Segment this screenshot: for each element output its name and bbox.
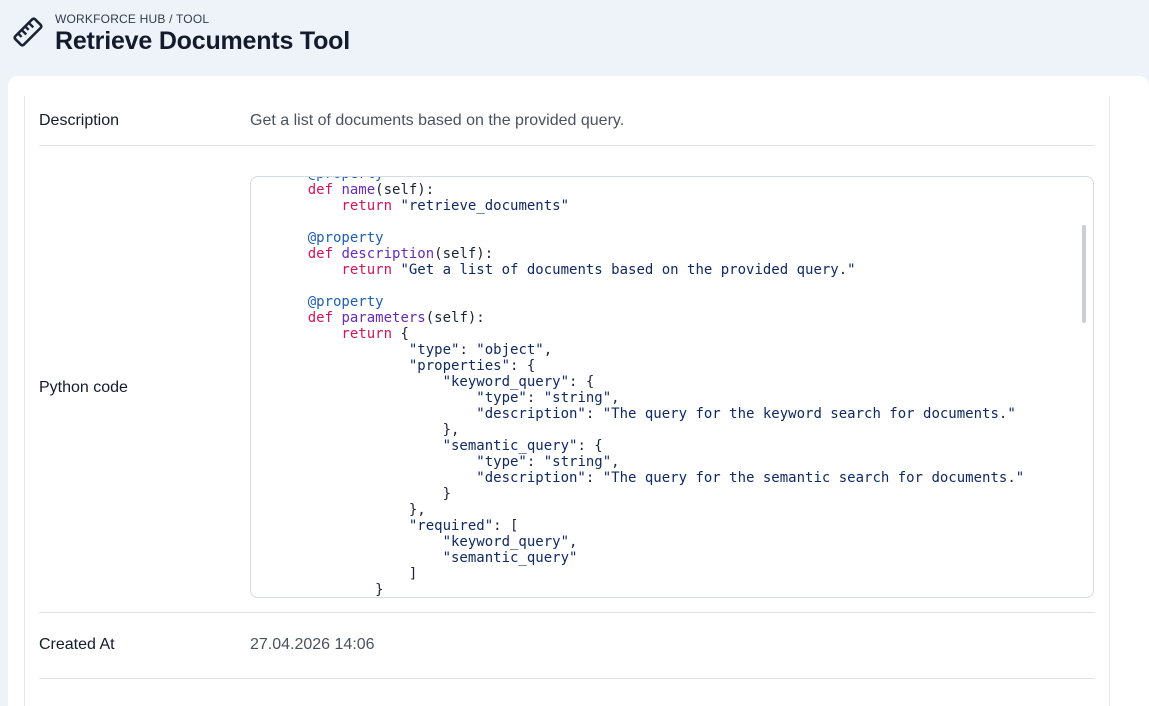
- code-token: "keyword_query": [274, 374, 570, 390]
- code-token: "description": [274, 470, 586, 486]
- code-token: },: [274, 502, 426, 518]
- created-at-label: Created At: [39, 636, 115, 653]
- code-token: : {: [510, 358, 536, 374]
- code-line: }: [274, 582, 1024, 598]
- code-token: "The query for the semantic search for d…: [602, 470, 1025, 486]
- code-token: ,: [543, 342, 553, 358]
- description-row: Description Get a list of documents base…: [39, 96, 1095, 146]
- code-line: "keyword_query": {: [274, 374, 1024, 390]
- code-token: return: [274, 262, 401, 278]
- code-token: {: [400, 326, 409, 342]
- code-line: "keyword_query",: [274, 534, 1024, 550]
- code-token: def: [274, 310, 342, 326]
- code-line: "type": "string",: [274, 390, 1024, 406]
- code-token: "The query for the keyword search for do…: [602, 406, 1016, 422]
- code-line: },: [274, 502, 1024, 518]
- code-line: "required": [: [274, 518, 1024, 534]
- code-token: "string": [543, 454, 612, 470]
- python-code-row: Python code @property def name(self): re…: [39, 146, 1095, 613]
- code-token: :: [585, 470, 603, 486]
- code-token: "Get a list of documents based on the pr…: [400, 262, 856, 278]
- code-line: "semantic_query": [274, 550, 1024, 566]
- code-token: "type": [274, 342, 460, 358]
- code-token: :: [585, 406, 603, 422]
- content-panel: Description Get a list of documents base…: [8, 76, 1149, 706]
- code-token: "keyword_query": [274, 534, 570, 550]
- code-content: @property def name(self): return "retrie…: [274, 177, 1024, 598]
- code-line: return "retrieve_documents": [274, 198, 1024, 214]
- code-token: ]: [274, 566, 418, 582]
- code-token: return: [274, 326, 401, 342]
- code-token: "object": [476, 342, 544, 358]
- code-token: @property: [274, 294, 384, 310]
- code-line: "type": "string",: [274, 454, 1024, 470]
- code-token: }: [274, 486, 452, 502]
- code-token: name: [341, 182, 376, 198]
- code-token: "semantic_query": [274, 550, 578, 566]
- code-token: },: [274, 422, 460, 438]
- code-token: (self):: [434, 246, 494, 262]
- code-line: }: [274, 486, 1024, 502]
- code-token: @property: [274, 230, 384, 246]
- code-line: "semantic_query": {: [274, 438, 1024, 454]
- code-token: parameters: [341, 310, 426, 326]
- code-token: "type": [274, 390, 527, 406]
- code-token: "semantic_query": [274, 438, 578, 454]
- code-line: ]: [274, 566, 1024, 582]
- code-token: : {: [577, 438, 603, 454]
- code-line: "description": "The query for the keywor…: [274, 406, 1024, 422]
- code-token: }: [274, 582, 384, 598]
- code-line: @property: [274, 230, 1024, 246]
- code-token: "required": [274, 518, 494, 534]
- code-line: return "Get a list of documents based on…: [274, 262, 1024, 278]
- code-token: "properties": [274, 358, 511, 374]
- code-token: def: [274, 246, 342, 262]
- code-token: :: [459, 342, 477, 358]
- code-line: "type": "object",: [274, 342, 1024, 358]
- page-title: Retrieve Documents Tool: [55, 27, 350, 55]
- code-scrollbar[interactable]: [1082, 225, 1086, 323]
- description-value: Get a list of documents based on the pro…: [250, 112, 625, 129]
- code-token: :: [526, 454, 544, 470]
- breadcrumb: WORKFORCE HUB / TOOL: [55, 12, 210, 26]
- code-token: def: [274, 182, 342, 198]
- code-editor[interactable]: @property def name(self): return "retrie…: [250, 176, 1094, 598]
- code-token: "retrieve_documents": [400, 198, 570, 214]
- code-token: ,: [611, 454, 620, 470]
- page-header: WORKFORCE HUB / TOOL Retrieve Documents …: [0, 0, 1149, 76]
- created-at-value: 27.04.2026 14:06: [250, 636, 375, 653]
- code-token: "string": [543, 390, 612, 406]
- ruler-icon: [13, 17, 43, 47]
- code-line: },: [274, 422, 1024, 438]
- created-at-row: Created At 27.04.2026 14:06: [39, 613, 1095, 679]
- code-token: :: [526, 390, 544, 406]
- python-code-label: Python code: [39, 379, 128, 396]
- code-token: ,: [569, 534, 578, 550]
- code-line: def description(self):: [274, 246, 1024, 262]
- code-token: : [: [493, 518, 519, 534]
- code-token: return: [274, 198, 401, 214]
- code-token: : {: [569, 374, 595, 390]
- code-line: def parameters(self):: [274, 310, 1024, 326]
- code-token: "type": [274, 454, 527, 470]
- code-line: "properties": {: [274, 358, 1024, 374]
- tool-details-card: Description Get a list of documents base…: [24, 96, 1110, 706]
- code-line: def name(self):: [274, 182, 1024, 198]
- description-label: Description: [39, 112, 120, 129]
- code-token: "description": [274, 406, 586, 422]
- code-token: ,: [611, 390, 620, 406]
- code-line: @property: [274, 294, 1024, 310]
- code-token: (self):: [375, 182, 435, 198]
- code-token: (self):: [425, 310, 485, 326]
- code-line: return {: [274, 326, 1024, 342]
- code-line: "description": "The query for the semant…: [274, 470, 1024, 486]
- code-token: description: [341, 246, 435, 262]
